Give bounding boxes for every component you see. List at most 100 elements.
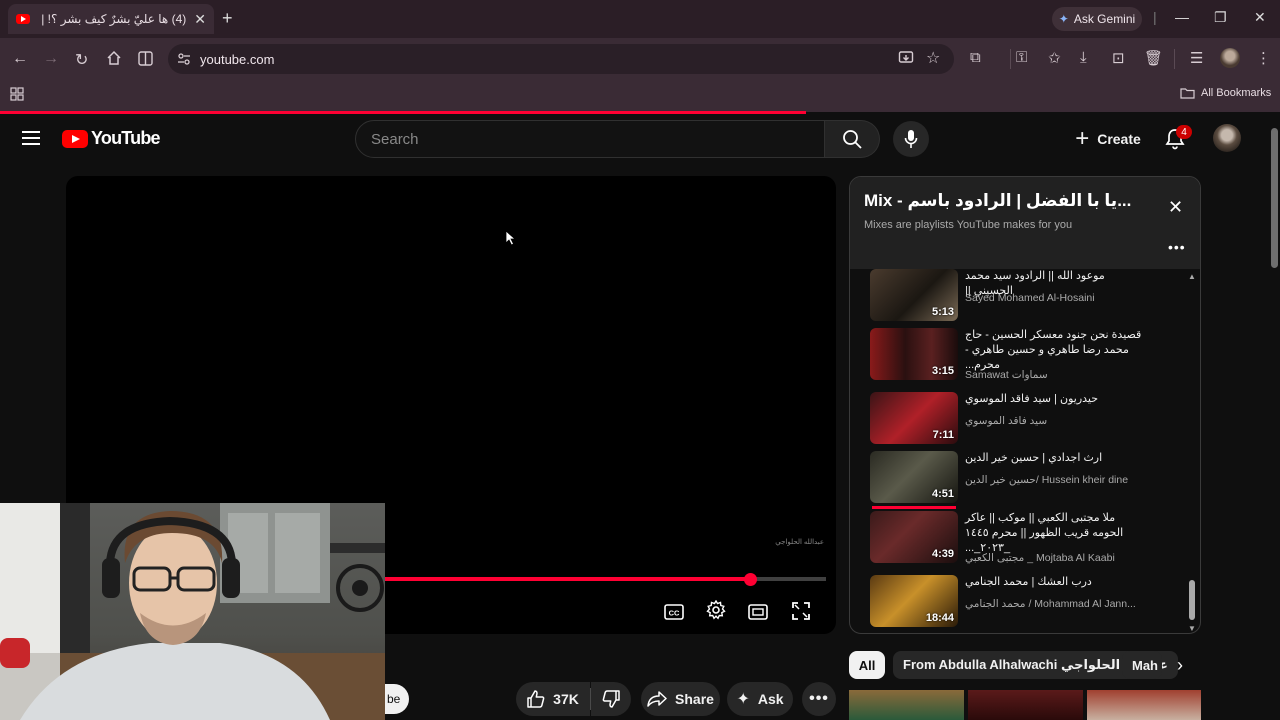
tab-close-icon[interactable]: ✕ [194,11,206,28]
apps-grid-icon[interactable] [10,87,24,101]
video-thumbnail: 18:44 [870,575,958,627]
ask-button[interactable]: ✦ Ask [727,682,793,716]
video-channel: مجتبى الكعبي _ Mojtaba Al Kaabi [965,552,1115,564]
toolbar-divider-2 [1174,49,1175,69]
recommended-thumbnail[interactable] [1087,690,1201,720]
playlist-item[interactable]: 7:11 حيدريون | سيد فاقد الموسوي سيد فاقد… [870,392,1190,446]
youtube-logo[interactable]: YouTube [62,128,161,149]
video-thumbnail: 3:15 [870,328,958,380]
subtitles-cc-icon[interactable]: CC [664,604,684,620]
playlist-more-icon[interactable]: ••• [1168,239,1186,255]
folder-icon [1180,87,1195,99]
maximize-icon[interactable]: ❐ [1214,9,1227,26]
playlist-subtitle: Mixes are playlists YouTube makes for yo… [864,219,1073,231]
password-key-icon[interactable]: ⚿ [1016,49,1027,66]
trash-icon[interactable]: 🗑 [1144,49,1163,67]
video-channel: Sayed Mohamed Al-Hosaini [965,292,1095,304]
playlist-close-icon[interactable]: ✕ [1168,197,1183,218]
fullscreen-icon[interactable] [792,602,810,620]
address-bar[interactable]: youtube.com ☆ [168,44,954,74]
theater-mode-icon[interactable] [748,604,768,620]
new-tab-icon[interactable]: + [222,8,233,29]
playlist-header: Mix - يا با الفضل | الرادود باسم... Mixe… [850,177,1200,269]
site-info-icon[interactable] [177,52,191,66]
video-title: ارث اجدادي | حسين خير الدين [965,452,1103,464]
playlist-title[interactable]: Mix - يا با الفضل | الرادود باسم... [864,191,1131,211]
extensions-icon[interactable]: ⧉ [970,49,981,66]
video-thumbnail: 4:51 [870,451,958,503]
browser-menu-icon[interactable]: ⋮ [1256,49,1271,67]
account-avatar[interactable] [1213,124,1241,152]
page-scrollbar[interactable] [1268,114,1280,720]
forward-icon[interactable]: → [43,50,59,68]
playlist-item[interactable]: 4:39 ملا مجتبى الكعبي || موكب || عاكر ال… [870,511,1190,565]
search-button[interactable] [825,120,880,158]
browser-tab[interactable]: (4) ها عليّ بشرٌ كيف بشر ؟! | محم... ✕ [8,4,214,34]
video-channel: محمد الجنامي / Mohammad Al Jann... [965,598,1136,610]
all-bookmarks-button[interactable]: All Bookmarks [1180,87,1271,99]
playlist-scroll-up-icon[interactable]: ▲ [1188,272,1196,281]
seek-bar-handle[interactable] [744,573,757,586]
downloads-icon[interactable]: ⤓ [1080,49,1087,66]
video-title: حيدريون | سيد فاقد الموسوي [965,393,1099,405]
tab-title: (4) ها عليّ بشرٌ كيف بشر ؟! | محم... [38,12,187,26]
video-thumbnail: 7:11 [870,392,958,444]
subscribe-button-fragment[interactable]: be [385,684,409,714]
all-bookmarks-label: All Bookmarks [1201,87,1272,99]
search-input[interactable]: Search [355,120,825,158]
video-duration: 18:44 [925,612,954,624]
ask-gemini-button[interactable]: ✦ Ask Gemini [1052,7,1142,31]
thumbs-down-icon [602,690,620,708]
video-title: ملا مجتبى الكعبي || موكب || عاكر الحومه … [965,512,1124,554]
share-button[interactable]: Share [641,682,720,716]
voice-search-button[interactable] [893,121,929,157]
page-scrollbar-thumb[interactable] [1271,128,1278,268]
like-button[interactable]: 37K [516,682,590,716]
notification-count-badge: 4 [1176,125,1192,139]
install-app-icon[interactable] [898,50,914,66]
video-duration: 7:11 [932,429,954,441]
settings-gear-icon[interactable] [706,600,726,620]
chip-all[interactable]: All [849,651,885,679]
bookmark-star-icon[interactable]: ☆ [926,48,940,68]
youtube-favicon-icon [16,14,30,24]
toolbar-divider [1010,49,1011,69]
playlist-item[interactable]: 5:13 موعود الله || الرادود سيد محمد الحس… [870,269,1190,323]
video-watermark: عبدالله الحلواجي [775,539,824,546]
video-title: درب العشك | محمد الجنامي [965,576,1092,588]
video-duration: 5:13 [931,306,954,318]
profile-avatar[interactable] [1220,48,1240,68]
browser-toolbar: ← → ↻ youtube.com ☆ ⧉ ⚿ ✩ ⤓ ⊡ 🗑 ☰ ⋮ [0,38,1280,80]
favorites-star-icon[interactable]: ✩ [1048,49,1061,67]
ask-sparkle-icon: ✦ [736,691,750,708]
youtube-header: YouTube Search + Create 4 [0,114,1268,164]
recommended-thumbnail[interactable] [849,690,964,720]
playlist-scrollbar[interactable] [1189,580,1195,620]
chips-next-chevron-icon[interactable]: › [1166,651,1194,679]
video-duration: 3:15 [931,365,954,377]
create-label: Create [1097,131,1141,147]
reload-icon[interactable]: ↻ [75,50,88,70]
recommended-thumbnail[interactable] [968,690,1083,720]
playlist-item[interactable]: 3:15 قصيدة نحن جنود معسكر الحسين - حاج م… [870,328,1190,382]
video-channel: Samawat سماوات [965,369,1048,381]
minimize-icon[interactable]: — [1175,9,1189,25]
playlist-scroll-down-icon[interactable]: ▼ [1188,624,1196,633]
playlist-item[interactable]: 4:51 ارث اجدادي | حسين خير الدين حسين خي… [870,451,1190,509]
more-actions-button[interactable]: ••• [802,682,836,716]
home-icon[interactable] [106,50,122,66]
ask-label: Ask [757,691,784,707]
playlist-item[interactable]: 18:44 درب العشك | محمد الجنامي محمد الجن… [870,575,1190,629]
webcam-overlay [0,503,385,720]
create-button[interactable]: + Create [1066,121,1150,157]
window-close-icon[interactable]: ✕ [1254,9,1266,26]
gemini-sparkle-icon: ✦ [1058,12,1069,26]
split-view-icon[interactable] [138,51,153,66]
chip-mah[interactable]: Mah [1122,651,1162,679]
search-tabs-icon[interactable]: ⊡ [1112,49,1125,67]
microphone-icon [904,129,918,149]
hamburger-menu-icon[interactable] [22,130,40,146]
dislike-button[interactable] [591,682,631,716]
back-icon[interactable]: ← [12,50,28,68]
media-queue-icon[interactable]: ☰ [1190,49,1203,67]
